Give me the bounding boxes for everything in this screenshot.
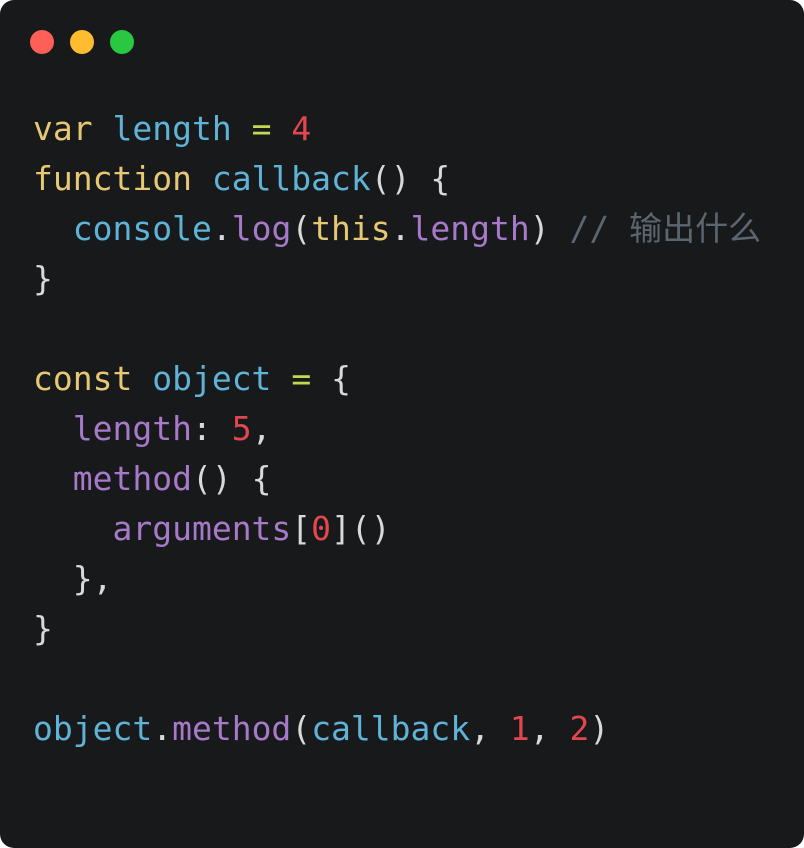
code-token-punctuation: ( <box>291 709 312 748</box>
code-line: console.log(this.length) // 输出什么 <box>33 204 761 254</box>
code-token-number: 1 <box>509 709 530 748</box>
code-token-number: 4 <box>291 109 312 148</box>
code-token-punctuation: () { <box>370 159 451 198</box>
code-token-punctuation: , <box>251 409 272 448</box>
code-line: } <box>33 254 761 304</box>
code-token-number: 2 <box>569 709 590 748</box>
code-token-property: length <box>410 209 530 248</box>
code-token-number: 5 <box>231 409 252 448</box>
code-token-punctuation: ) <box>529 209 550 248</box>
code-token-punctuation: } <box>33 609 53 648</box>
code-line: var length = 4 <box>33 104 761 154</box>
code-token-property: log <box>231 209 292 248</box>
code-token-operator: = <box>251 109 272 148</box>
code-token-property: method <box>172 709 292 748</box>
code-line: length: 5, <box>33 404 761 454</box>
code-line: const object = { <box>33 354 761 404</box>
code-token-punctuation: () { <box>191 459 272 498</box>
code-token-punctuation: , <box>529 709 570 748</box>
code-token-number: 0 <box>311 509 332 548</box>
code-token-punctuation: , <box>470 709 510 748</box>
code-token-variable: console <box>72 209 212 248</box>
code-token-property: arguments <box>112 509 292 548</box>
code-token-punctuation: { <box>331 359 351 398</box>
code-token-keyword: const <box>33 359 133 398</box>
code-token-punctuation: } <box>33 259 53 298</box>
code-window: var length = 4 function callback() { cons… <box>0 0 804 848</box>
code-token-keyword: function <box>33 159 192 198</box>
code-line: method() { <box>33 454 761 504</box>
code-line: arguments[0]() <box>33 504 761 554</box>
code-token-variable: callback <box>211 159 371 198</box>
code-token-keyword: var <box>33 109 93 148</box>
code-token-keyword: this <box>311 209 391 248</box>
code-token-punctuation: ( <box>291 209 312 248</box>
code-token-variable: callback <box>311 709 471 748</box>
code-token-variable: length <box>112 109 232 148</box>
code-token-punctuation: : <box>191 409 232 448</box>
code-token-variable: object <box>33 709 153 748</box>
code-token-variable: object <box>152 359 272 398</box>
code-block: var length = 4 function callback() { cons… <box>33 104 761 754</box>
close-window-button[interactable] <box>30 30 54 54</box>
code-line: }, <box>33 554 761 604</box>
code-token-property: length <box>72 409 192 448</box>
code-token-punctuation: . <box>152 709 173 748</box>
code-token-punctuation: ]() <box>331 509 391 548</box>
code-token-punctuation: }, <box>72 559 113 598</box>
code-line: function callback() { <box>33 154 761 204</box>
minimize-window-button[interactable] <box>70 30 94 54</box>
code-token-operator: = <box>291 359 312 398</box>
code-token-punctuation: . <box>211 209 232 248</box>
window-titlebar <box>0 0 804 84</box>
code-token-punctuation: ) <box>589 709 610 748</box>
code-token-punctuation: . <box>390 209 411 248</box>
code-token-property: method <box>72 459 192 498</box>
code-token-punctuation: [ <box>291 509 312 548</box>
maximize-window-button[interactable] <box>110 30 134 54</box>
code-line: } <box>33 604 761 654</box>
code-token-comment: // 输出什么 <box>569 209 762 248</box>
code-line: object.method(callback, 1, 2) <box>33 704 761 754</box>
